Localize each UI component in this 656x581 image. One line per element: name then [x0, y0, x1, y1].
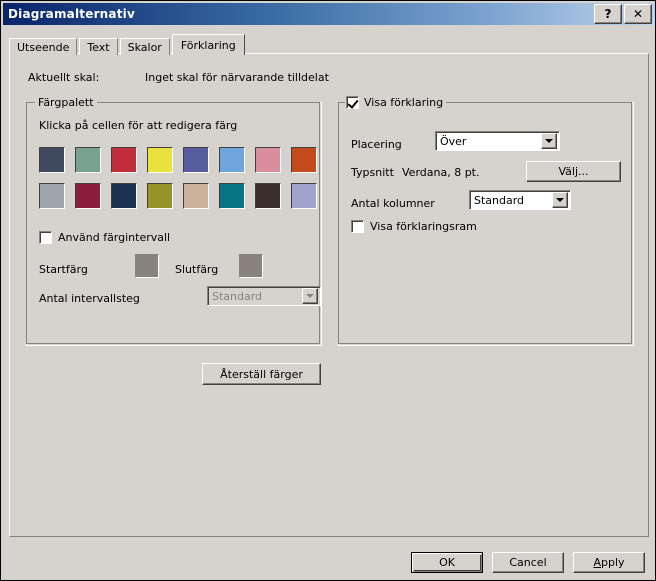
- swatch-row: [39, 183, 327, 209]
- color-swatch[interactable]: [39, 183, 65, 209]
- chevron-down-icon[interactable]: [541, 133, 557, 149]
- checkbox-label: Använd färgintervall: [58, 231, 171, 244]
- current-scale-value: Inget skal för närvarande tilldelat: [145, 71, 329, 84]
- color-swatch[interactable]: [75, 183, 101, 209]
- checkbox-box: [39, 231, 52, 244]
- color-swatch[interactable]: [291, 183, 317, 209]
- placement-combo[interactable]: Över: [435, 131, 560, 151]
- interval-steps-label: Antal intervallsteg: [39, 292, 140, 305]
- choose-font-button[interactable]: Välj...: [526, 161, 621, 182]
- checkbox-label: Visa förklaring: [364, 96, 444, 109]
- show-legend-checkbox[interactable]: Visa förklaring: [345, 96, 447, 109]
- reset-colors-button[interactable]: Återställ färger: [202, 363, 321, 385]
- tab-strip: Utseende Text Skalor Förklaring: [9, 33, 649, 55]
- color-palette-group: Färgpalett Klicka på cellen för att redi…: [26, 96, 322, 385]
- interval-steps-combo[interactable]: Standard: [207, 286, 321, 306]
- title-bar: Diagramalternativ ? ✕: [3, 3, 655, 25]
- combo-value: Standard: [212, 289, 263, 303]
- use-color-interval-checkbox[interactable]: Använd färgintervall: [39, 231, 170, 244]
- button-label-accesskey: A: [593, 556, 601, 569]
- tab-label: Förklaring: [180, 38, 236, 52]
- chart-options-dialog: Diagramalternativ ? ✕ Utseende Text Skal…: [0, 0, 656, 581]
- apply-button[interactable]: Apply: [573, 552, 645, 573]
- ok-button[interactable]: OK: [411, 552, 483, 573]
- tab-text[interactable]: Text: [79, 38, 118, 55]
- help-button[interactable]: ?: [594, 4, 622, 24]
- color-swatch[interactable]: [255, 147, 281, 173]
- color-swatch[interactable]: [75, 147, 101, 173]
- checkbox-box: [351, 220, 364, 233]
- tab-label: Text: [87, 40, 110, 54]
- button-label: OK: [439, 556, 455, 569]
- end-color-box: [239, 254, 263, 278]
- font-label: Typsnitt: [351, 166, 394, 179]
- color-swatch[interactable]: [291, 147, 317, 173]
- current-scale-label: Aktuellt skal:: [28, 71, 100, 84]
- close-icon[interactable]: ✕: [624, 4, 652, 24]
- button-label: Cancel: [509, 556, 547, 569]
- color-swatch[interactable]: [111, 147, 137, 173]
- combo-value: Standard: [474, 193, 525, 207]
- window-title: Diagramalternativ: [8, 7, 135, 21]
- tab-label: Utseende: [17, 40, 70, 54]
- color-swatch[interactable]: [147, 183, 173, 209]
- columns-label: Antal kolumner: [351, 197, 435, 210]
- tab-panel-forklaring: Aktuellt skal: Inget skal för närvarande…: [9, 53, 649, 537]
- start-color-label: Startfärg: [39, 263, 88, 276]
- columns-combo[interactable]: Standard: [469, 190, 571, 210]
- tab-utseende[interactable]: Utseende: [9, 38, 78, 55]
- color-swatch[interactable]: [183, 183, 209, 209]
- start-color-box: [135, 254, 159, 278]
- dialog-footer: OK Cancel Apply: [411, 552, 645, 573]
- color-swatch[interactable]: [111, 183, 137, 209]
- combo-value: Över: [440, 134, 467, 148]
- color-swatch[interactable]: [183, 147, 209, 173]
- color-swatch[interactable]: [39, 147, 65, 173]
- color-swatch[interactable]: [219, 183, 245, 209]
- chevron-down-icon[interactable]: [302, 288, 318, 304]
- show-legend-frame-checkbox[interactable]: Visa förklaringsram: [351, 220, 477, 233]
- tab-forklaring[interactable]: Förklaring: [171, 34, 245, 55]
- placement-label: Placering: [351, 138, 402, 151]
- button-label: Välj...: [558, 165, 589, 178]
- checkbox-label: Visa förklaringsram: [370, 220, 477, 233]
- font-value: Verdana, 8 pt.: [402, 166, 480, 179]
- button-label: pply: [601, 556, 625, 569]
- swatch-row: [39, 147, 327, 173]
- color-swatch-grid: [39, 147, 327, 219]
- checkbox-box: [346, 96, 359, 109]
- button-label: Återställ färger: [220, 367, 303, 381]
- palette-hint: Klicka på cellen för att redigera färg: [39, 119, 238, 132]
- tab-skalor[interactable]: Skalor: [119, 38, 170, 55]
- color-palette-group-title: Färgpalett: [35, 96, 97, 109]
- title-bar-buttons: ? ✕: [594, 4, 655, 24]
- end-color-label: Slutfärg: [175, 263, 219, 276]
- tab-label: Skalor: [127, 40, 162, 54]
- color-swatch[interactable]: [255, 183, 281, 209]
- color-swatch[interactable]: [219, 147, 245, 173]
- color-swatch[interactable]: [147, 147, 173, 173]
- chevron-down-icon[interactable]: [552, 192, 568, 208]
- legend-group: Visa förklaring Placering Över Typsnitt …: [338, 96, 634, 346]
- cancel-button[interactable]: Cancel: [492, 552, 564, 573]
